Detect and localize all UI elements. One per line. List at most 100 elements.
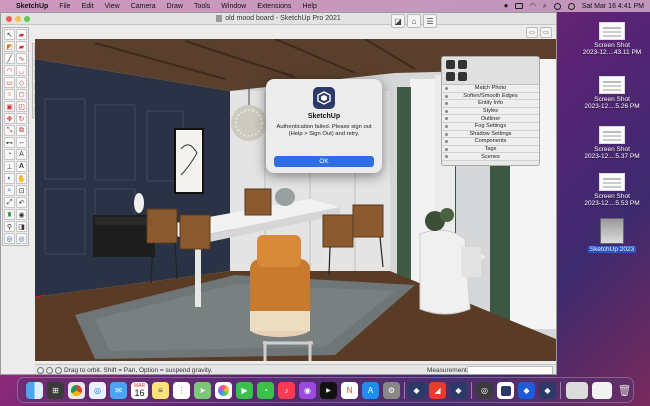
menu-edit[interactable]: Edit: [82, 3, 94, 10]
close-button[interactable]: [6, 16, 12, 22]
calendar-icon[interactable]: MAR 16: [131, 382, 148, 399]
zoom-tool-icon[interactable]: ⌕: [4, 185, 15, 196]
pan-tool-icon[interactable]: ✋: [16, 173, 27, 184]
tray-shadow-settings[interactable]: Shadow Settings: [442, 130, 539, 139]
eraser-alt-icon[interactable]: ▰: [16, 41, 27, 52]
zoom-window-icon[interactable]: ⊡: [16, 185, 27, 196]
compass-icon[interactable]: ◎: [476, 382, 493, 399]
select-tool-icon[interactable]: ↖: [4, 29, 15, 40]
previous-view-icon[interactable]: ↶: [16, 197, 27, 208]
maps-icon[interactable]: ➤: [194, 382, 211, 399]
push-pull-icon[interactable]: ▣: [4, 101, 15, 112]
layout-icon[interactable]: ◢: [429, 382, 446, 399]
rectangle-tool-icon[interactable]: ▭: [4, 77, 15, 88]
tray-btn-1[interactable]: [446, 60, 455, 69]
zoom-extents-icon[interactable]: ⤢: [4, 197, 15, 208]
follow-me-icon[interactable]: ◰: [16, 101, 27, 112]
measurements-input[interactable]: [467, 365, 553, 374]
protractor-icon[interactable]: ◔: [4, 149, 15, 160]
rotate-tool-icon[interactable]: ↻: [16, 113, 27, 124]
recent-docs-stack-icon[interactable]: [592, 382, 612, 399]
photos-icon[interactable]: [215, 382, 232, 399]
tray-tags[interactable]: Tags: [442, 145, 539, 154]
tray-btn-3[interactable]: [446, 72, 455, 81]
orbit-tool-icon[interactable]: ◐: [4, 173, 15, 184]
minimize-button[interactable]: [15, 16, 21, 22]
podcasts-icon[interactable]: ◉: [299, 382, 316, 399]
sketchup-blue-icon[interactable]: ◆: [518, 382, 535, 399]
tray-soften-edges[interactable]: Soften/Smooth Edges: [442, 92, 539, 101]
rotated-rect-icon[interactable]: ◇: [16, 77, 27, 88]
tray-styles[interactable]: Styles: [442, 107, 539, 116]
settings-icon[interactable]: ⚙: [383, 382, 400, 399]
dimension-tool-icon[interactable]: ↔: [16, 137, 27, 148]
credits-icon[interactable]: [46, 366, 53, 374]
tv-icon[interactable]: ▶: [320, 382, 337, 399]
search-icon[interactable]: ⌕: [543, 3, 547, 10]
axes-tool-icon[interactable]: ⊥: [4, 161, 15, 172]
eraser-tool-icon[interactable]: ▰: [16, 29, 27, 40]
desktop-disk-image[interactable]: SketchUp 2023: [577, 218, 647, 253]
text-tool-icon[interactable]: A: [16, 149, 27, 160]
section-plane-icon[interactable]: ◨: [16, 221, 27, 232]
chrome-icon[interactable]: [68, 382, 85, 399]
menu-help[interactable]: Help: [302, 3, 316, 10]
mail-icon[interactable]: ✉: [110, 382, 127, 399]
offset-tool-icon[interactable]: ⧉: [16, 125, 27, 136]
tray-match-photo[interactable]: Match Photo: [442, 85, 539, 93]
tray-btn-2[interactable]: [458, 60, 467, 69]
sketchup-dark-icon[interactable]: ◆: [539, 382, 556, 399]
paint-bucket-icon[interactable]: ◩: [4, 41, 15, 52]
tray-scenes[interactable]: Scenes: [442, 153, 539, 161]
siri-icon[interactable]: [567, 2, 575, 10]
menu-window[interactable]: Window: [221, 3, 246, 10]
wifi-icon[interactable]: ◠: [530, 3, 536, 10]
menu-draw[interactable]: Draw: [167, 3, 183, 10]
menu-extensions[interactable]: Extensions: [257, 3, 291, 10]
toolbar-warehouse-icon[interactable]: ⌂: [407, 14, 421, 28]
facetime-icon[interactable]: ▶: [236, 382, 253, 399]
screen-record-icon[interactable]: ⏺: [504, 3, 508, 10]
3d-text-icon[interactable]: 𝐀: [16, 161, 27, 172]
scale-tool-icon[interactable]: ⤡: [4, 125, 15, 136]
control-center-icon[interactable]: [553, 2, 561, 10]
sketchup-doc-icon[interactable]: [497, 382, 514, 399]
position-camera-icon[interactable]: ♜: [4, 209, 15, 220]
launchpad-icon[interactable]: ⊞: [47, 382, 64, 399]
trash-icon[interactable]: 🗑: [616, 382, 633, 399]
menu-file[interactable]: File: [59, 3, 70, 10]
battery-icon[interactable]: [514, 3, 523, 9]
music-icon[interactable]: ♪: [278, 382, 295, 399]
news-icon[interactable]: N: [341, 382, 358, 399]
desktop-file-screenshot-4[interactable]: Screen Shot 2023-12....5.53 PM: [577, 173, 647, 207]
menu-tools[interactable]: Tools: [194, 3, 210, 10]
window-ctrl-a[interactable]: ▭: [526, 27, 538, 38]
desktop-file-screenshot-2[interactable]: Screen Shot 2023-12....5.26 PM: [577, 76, 647, 110]
reminders-icon[interactable]: ⋮: [173, 382, 190, 399]
tray-btn-4[interactable]: [458, 72, 467, 81]
circle-tool-icon[interactable]: ○: [4, 89, 15, 100]
notes-icon[interactable]: ≡: [152, 382, 169, 399]
messages-icon[interactable]: ◔: [257, 382, 274, 399]
tray-outliner[interactable]: Outliner: [442, 115, 539, 123]
desktop-file-screenshot-3[interactable]: Screen Shot 2023-12....5.37 PM: [577, 126, 647, 160]
line-tool-icon[interactable]: ╱: [4, 53, 15, 64]
sandbox-2-icon[interactable]: ◎: [16, 233, 27, 244]
menubar-clock[interactable]: Sat Mar 16 4:41 PM: [582, 3, 644, 10]
tape-measure-icon[interactable]: ⊷: [4, 137, 15, 148]
toolbar-extension-icon[interactable]: ☰: [423, 14, 437, 28]
ok-button[interactable]: OK: [274, 156, 374, 167]
window-ctrl-b[interactable]: ▭: [540, 27, 552, 38]
sandbox-icon[interactable]: ◎: [4, 233, 15, 244]
sketchup-2021-icon[interactable]: ◆: [408, 382, 425, 399]
finder-icon[interactable]: [26, 382, 43, 399]
tray-entity-info[interactable]: Entity Info: [442, 100, 539, 108]
arc-tool-icon[interactable]: ◠: [4, 65, 15, 76]
look-around-icon[interactable]: ◉: [16, 209, 27, 220]
downloads-stack-icon[interactable]: [566, 382, 588, 399]
menu-app[interactable]: SketchUp: [16, 3, 48, 10]
polygon-tool-icon[interactable]: ⬡: [16, 89, 27, 100]
geo-location-icon[interactable]: [37, 366, 44, 374]
safari-icon[interactable]: ◎: [89, 382, 106, 399]
arc2-tool-icon[interactable]: ◡: [16, 65, 27, 76]
